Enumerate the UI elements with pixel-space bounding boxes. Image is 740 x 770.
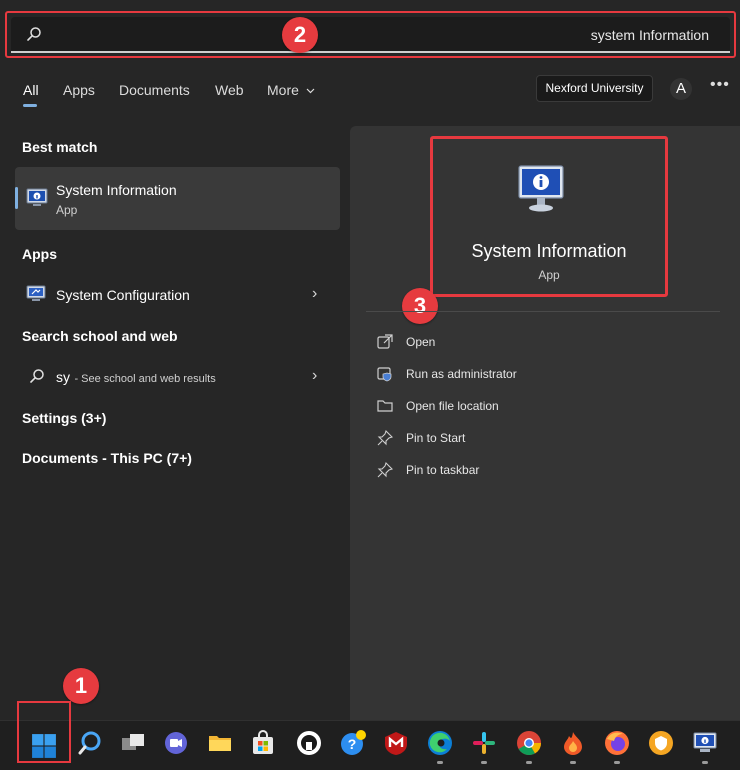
running-indicator <box>437 761 443 764</box>
action-pin-to-start[interactable]: Pin to Start <box>376 429 706 449</box>
search-icon <box>27 27 41 41</box>
running-indicator <box>614 761 620 764</box>
action-label: Open <box>406 335 436 349</box>
apps-heading: Apps <box>22 246 57 262</box>
mcafee-icon[interactable] <box>383 730 409 756</box>
edge-icon[interactable] <box>427 730 453 756</box>
search-icon <box>30 369 44 383</box>
system-information-icon[interactable] <box>692 730 718 756</box>
running-indicator <box>526 761 532 764</box>
pin-icon <box>377 461 394 478</box>
microsoft-store-icon[interactable] <box>250 730 276 756</box>
web-heading: Search school and web <box>22 328 178 344</box>
selection-accent <box>15 187 18 209</box>
open-external-icon <box>377 334 393 349</box>
tab-all[interactable]: All <box>23 82 39 98</box>
app-result-title: System Configuration <box>56 287 190 303</box>
search-icon[interactable] <box>77 730 103 756</box>
action-label: Open file location <box>406 399 499 413</box>
running-indicator <box>702 761 708 764</box>
firefox-icon[interactable] <box>604 730 630 756</box>
action-open-file-location[interactable]: Open file location <box>376 397 706 417</box>
best-match-heading: Best match <box>22 139 98 155</box>
github-desktop-icon[interactable] <box>296 730 322 756</box>
avatar[interactable]: A <box>670 78 692 100</box>
system-information-icon <box>26 188 48 206</box>
web-result-text: sy - See school and web results <box>56 369 216 387</box>
action-label: Pin to Start <box>406 431 466 445</box>
tab-more[interactable]: More <box>267 82 315 98</box>
task-view-icon[interactable] <box>120 730 146 756</box>
action-pin-to-taskbar[interactable]: Pin to taskbar <box>376 461 706 481</box>
best-match-title: System Information <box>56 182 177 198</box>
windows-start-icon[interactable] <box>31 733 57 759</box>
best-match-item[interactable] <box>15 167 340 230</box>
tab-web[interactable]: Web <box>215 82 244 98</box>
search-input[interactable]: system Information <box>591 27 709 43</box>
help-icon[interactable]: ? <box>340 730 366 756</box>
folder-icon <box>377 400 393 412</box>
tab-documents[interactable]: Documents <box>119 82 190 98</box>
fire-app-icon[interactable] <box>560 730 586 756</box>
web-result-hint: - See school and web results <box>74 373 216 385</box>
action-label: Pin to taskbar <box>406 463 480 477</box>
svg-text:?: ? <box>348 736 357 752</box>
file-explorer-icon[interactable] <box>207 730 233 756</box>
org-badge[interactable]: Nexford University <box>536 75 653 102</box>
chrome-icon[interactable] <box>516 730 542 756</box>
action-run-as-administrator[interactable]: Run as administrator <box>376 365 706 385</box>
callout-3: 3 <box>402 288 438 324</box>
active-tab-indicator <box>23 104 37 107</box>
teams-chat-icon[interactable] <box>163 730 189 756</box>
vpn-icon[interactable] <box>648 730 674 756</box>
tab-more-label: More <box>267 82 299 98</box>
running-indicator <box>481 761 487 764</box>
best-match-subtitle: App <box>56 203 78 217</box>
chevron-down-icon <box>306 88 315 94</box>
preview-highlight-box <box>430 136 668 297</box>
chevron-right-icon[interactable]: › <box>312 367 317 385</box>
running-indicator <box>570 761 576 764</box>
action-label: Run as administrator <box>406 367 517 381</box>
divider <box>366 311 720 312</box>
web-result-query: sy <box>56 369 70 385</box>
more-options-icon[interactable]: ••• <box>710 76 730 94</box>
system-configuration-icon <box>26 285 46 301</box>
callout-1: 1 <box>63 668 99 704</box>
shield-admin-icon <box>377 367 392 382</box>
action-open[interactable]: Open <box>376 333 706 353</box>
pin-icon <box>377 429 394 446</box>
slack-icon[interactable] <box>471 730 497 756</box>
documents-heading[interactable]: Documents - This PC (7+) <box>22 450 192 466</box>
chevron-right-icon[interactable]: › <box>312 285 317 303</box>
settings-heading[interactable]: Settings (3+) <box>22 410 106 426</box>
tab-apps[interactable]: Apps <box>63 82 95 98</box>
callout-2: 2 <box>282 17 318 53</box>
